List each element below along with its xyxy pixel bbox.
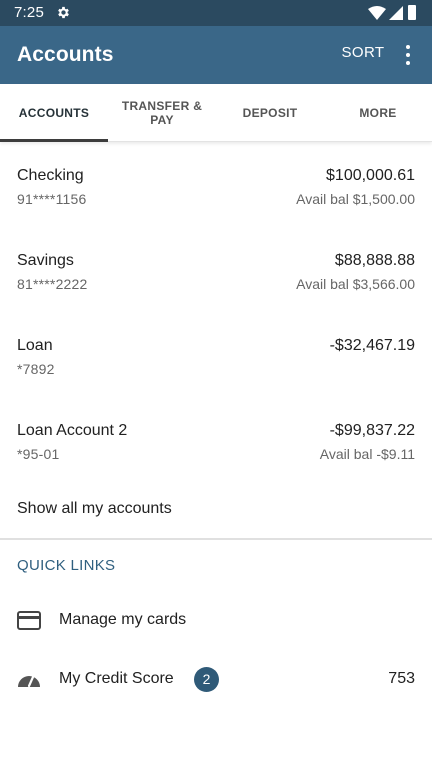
credit-score-value: 753 xyxy=(388,670,415,687)
account-balance: $100,000.61 xyxy=(326,167,415,184)
speedometer-icon xyxy=(18,675,40,688)
available-balance: Avail bal $1,500.00 xyxy=(296,191,415,207)
tab-deposit[interactable]: DEPOSIT xyxy=(216,84,324,142)
status-bar: 7:25 xyxy=(0,0,432,26)
tab-more[interactable]: MORE xyxy=(324,84,432,142)
quick-link-credit-score[interactable]: My Credit Score 2 753 xyxy=(0,660,432,700)
account-balance: $88,888.88 xyxy=(334,252,415,269)
app-bar: Accounts SORT xyxy=(0,26,432,84)
section-divider xyxy=(0,538,432,540)
quick-link-label: My Credit Score xyxy=(59,670,174,687)
quick-link-manage-cards[interactable]: Manage my cards xyxy=(0,601,432,641)
wifi-icon xyxy=(368,6,386,20)
tab-bar: ACCOUNTS TRANSFER & PAY DEPOSIT MORE xyxy=(0,84,432,142)
tab-indicator xyxy=(0,139,108,142)
account-number: *7892 xyxy=(17,361,55,377)
tab-label: MORE xyxy=(359,106,397,120)
tab-transfer-pay[interactable]: TRANSFER & PAY xyxy=(108,84,216,142)
gear-icon xyxy=(58,6,69,19)
account-name: Savings xyxy=(17,252,74,269)
battery-icon xyxy=(408,5,416,20)
available-balance: Avail bal $3,566.00 xyxy=(296,276,415,292)
quick-link-label: Manage my cards xyxy=(59,611,187,628)
tab-label: DEPOSIT xyxy=(242,106,298,120)
account-number: 91****1156 xyxy=(17,191,87,207)
signal-icon xyxy=(389,6,403,20)
account-number: *95-01 xyxy=(17,446,60,462)
credit-card-icon xyxy=(17,611,41,630)
show-all-accounts-link[interactable]: Show all my accounts xyxy=(17,500,172,518)
account-row-checking[interactable]: Checking 91****1156 $100,000.61 Avail ba… xyxy=(0,167,432,252)
tab-label: TRANSFER & PAY xyxy=(121,99,203,127)
account-row-loan-account-2[interactable]: Loan Account 2 *95-01 -$99,837.22 Avail … xyxy=(0,422,432,507)
account-number: 81****2222 xyxy=(17,276,88,292)
page-title: Accounts xyxy=(17,43,114,66)
notification-badge: 2 xyxy=(194,667,219,692)
account-name: Loan Account 2 xyxy=(17,422,128,439)
tab-accounts[interactable]: ACCOUNTS xyxy=(0,84,108,142)
sort-button[interactable]: SORT xyxy=(334,44,392,66)
status-time: 7:25 xyxy=(14,4,44,21)
tab-label: ACCOUNTS xyxy=(18,106,90,120)
more-vert-icon[interactable] xyxy=(398,40,418,70)
quick-links-heading: QUICK LINKS xyxy=(17,557,116,574)
available-balance: Avail bal -$9.11 xyxy=(319,446,415,462)
account-row-savings[interactable]: Savings 81****2222 $88,888.88 Avail bal … xyxy=(0,252,432,337)
account-row-loan[interactable]: Loan *7892 -$32,467.19 xyxy=(0,337,432,422)
account-balance: -$32,467.19 xyxy=(329,337,415,354)
account-name: Checking xyxy=(17,167,84,184)
account-balance: -$99,837.22 xyxy=(329,422,415,439)
account-name: Loan xyxy=(17,337,53,354)
